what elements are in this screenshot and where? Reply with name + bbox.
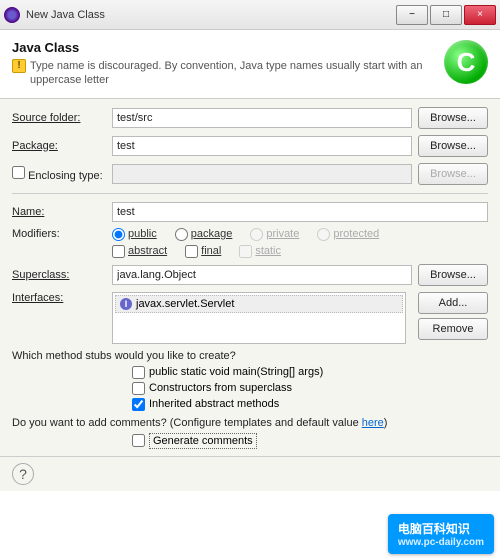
enclosing-type-browse-button: Browse... bbox=[418, 163, 488, 185]
header-title: Java Class bbox=[12, 40, 444, 55]
watermark-brand: 电脑百科知识 bbox=[398, 522, 470, 536]
minimize-button[interactable]: − bbox=[396, 5, 428, 25]
stub-main[interactable]: public static void main(String[] args) bbox=[132, 366, 488, 379]
help-bar: ? bbox=[0, 456, 500, 491]
superclass-browse-button[interactable]: Browse... bbox=[418, 264, 488, 286]
stub-constructors[interactable]: Constructors from superclass bbox=[132, 382, 488, 395]
package-label: Package: bbox=[12, 140, 112, 152]
form-content: Source folder: Browse... Package: Browse… bbox=[0, 99, 500, 456]
interface-name: javax.servlet.Servlet bbox=[136, 298, 234, 310]
superclass-input[interactable] bbox=[112, 265, 412, 285]
help-button[interactable]: ? bbox=[12, 463, 34, 485]
modifier-protected: protected bbox=[317, 228, 379, 241]
source-folder-browse-button[interactable]: Browse... bbox=[418, 107, 488, 129]
separator bbox=[12, 193, 488, 194]
stub-inherited[interactable]: Inherited abstract methods bbox=[132, 398, 488, 411]
modifier-static: static bbox=[239, 245, 281, 258]
interfaces-label: Interfaces: bbox=[12, 292, 112, 304]
class-icon: C bbox=[444, 40, 488, 84]
warning-text: Type name is discouraged. By convention,… bbox=[30, 59, 444, 88]
modifiers-label: Modifiers: bbox=[12, 228, 112, 240]
modifier-final[interactable]: final bbox=[185, 245, 221, 258]
maximize-button[interactable]: □ bbox=[430, 5, 462, 25]
generate-comments[interactable]: Generate comments bbox=[132, 433, 488, 449]
source-folder-input[interactable] bbox=[112, 108, 412, 128]
warning-icon: ! bbox=[12, 59, 26, 73]
window-buttons: − □ × bbox=[396, 5, 496, 25]
interfaces-list[interactable]: I javax.servlet.Servlet bbox=[112, 292, 406, 344]
watermark: 电脑百科知识 www.pc-daily.com bbox=[388, 514, 494, 554]
stubs-question: Which method stubs would you like to cre… bbox=[12, 350, 488, 362]
titlebar: New Java Class − □ × bbox=[0, 0, 500, 30]
header-warning: ! Type name is discouraged. By conventio… bbox=[12, 59, 444, 88]
enclosing-type-label: Enclosing type: bbox=[12, 166, 112, 182]
name-input[interactable] bbox=[112, 202, 488, 222]
interface-icon: I bbox=[120, 298, 132, 310]
comments-question: Do you want to add comments? (Configure … bbox=[12, 417, 488, 429]
configure-link[interactable]: here bbox=[362, 417, 384, 429]
close-button[interactable]: × bbox=[464, 5, 496, 25]
watermark-url: www.pc-daily.com bbox=[398, 537, 484, 548]
app-icon bbox=[4, 7, 20, 23]
dialog-header: Java Class ! Type name is discouraged. B… bbox=[0, 30, 500, 99]
enclosing-type-checkbox[interactable] bbox=[12, 166, 25, 179]
package-browse-button[interactable]: Browse... bbox=[418, 135, 488, 157]
interfaces-remove-button[interactable]: Remove bbox=[418, 318, 488, 340]
superclass-label: Superclass: bbox=[12, 269, 112, 281]
window-title: New Java Class bbox=[26, 9, 396, 21]
interfaces-add-button[interactable]: Add... bbox=[418, 292, 488, 314]
interface-item[interactable]: I javax.servlet.Servlet bbox=[115, 295, 403, 313]
modifier-package[interactable]: package bbox=[175, 228, 233, 241]
source-folder-label: Source folder: bbox=[12, 112, 112, 124]
modifier-abstract[interactable]: abstract bbox=[112, 245, 167, 258]
modifier-private: private bbox=[250, 228, 299, 241]
enclosing-type-input bbox=[112, 164, 412, 184]
name-label: Name: bbox=[12, 206, 112, 218]
modifier-public[interactable]: public bbox=[112, 228, 157, 241]
package-input[interactable] bbox=[112, 136, 412, 156]
